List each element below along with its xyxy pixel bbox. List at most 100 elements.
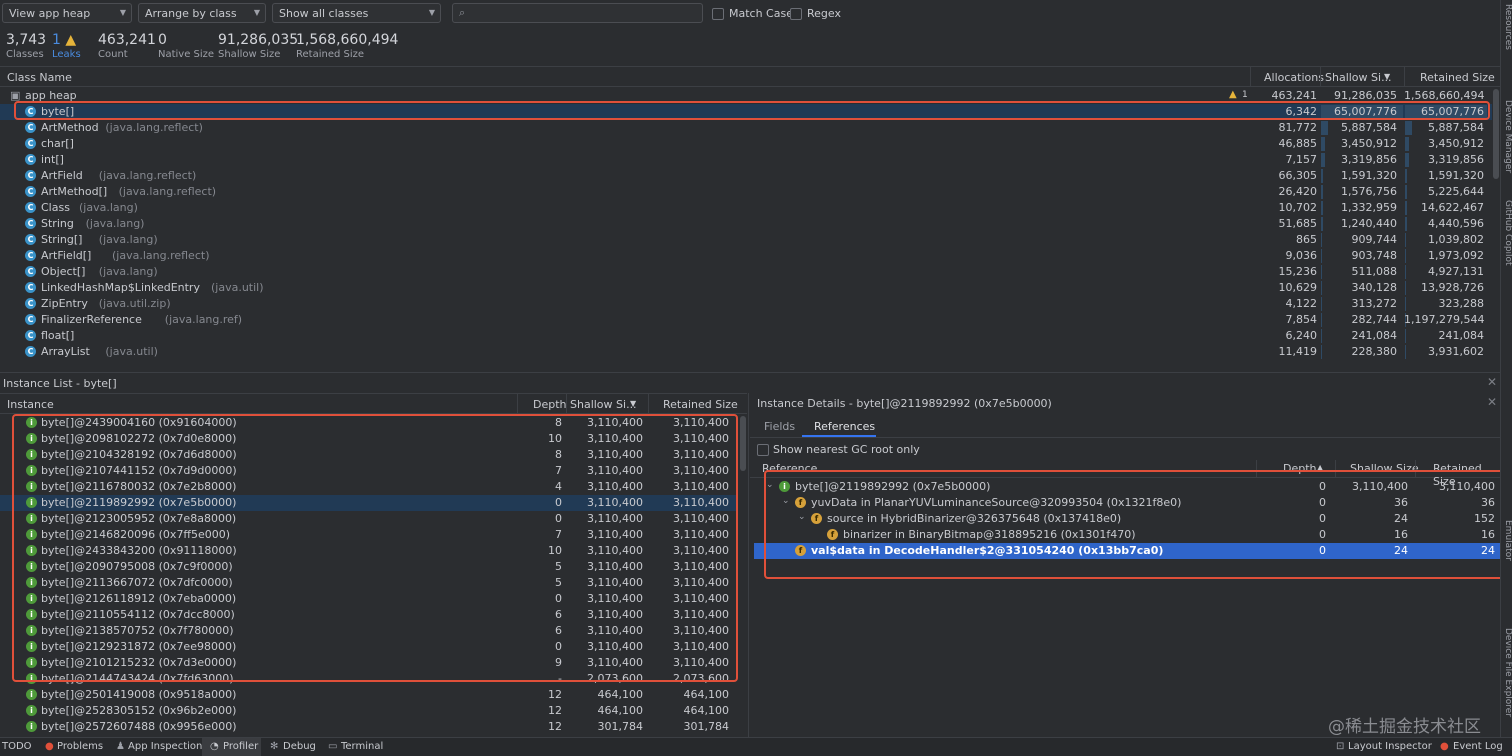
tool-app-inspection[interactable]: App Inspection bbox=[128, 741, 202, 752]
column-instance[interactable]: Instance bbox=[7, 398, 54, 411]
cell-shallow: 91,286,035 bbox=[1334, 89, 1397, 102]
side-tab-device-manager[interactable]: Device Manager bbox=[1503, 100, 1512, 173]
cell-depth: 6 bbox=[555, 608, 562, 621]
side-tab-device-file[interactable]: Device File Explorer bbox=[1503, 628, 1512, 717]
scrollbar-thumb[interactable] bbox=[740, 416, 746, 471]
expand-arrow-icon[interactable]: ⌄ bbox=[766, 480, 774, 490]
arrange-select[interactable]: Arrange by class ▼ bbox=[138, 3, 266, 23]
tab-references[interactable]: References bbox=[814, 420, 875, 433]
match-case-checkbox[interactable] bbox=[712, 8, 724, 20]
instance-row[interactable]: i byte[]@2138570752 (0x7f780000) 6 3,110,40… bbox=[0, 623, 738, 639]
instance-icon: i bbox=[26, 721, 37, 732]
cell-retained: 14,622,467 bbox=[1421, 201, 1484, 214]
class-row[interactable]: C ArtField (java.lang.reflect) 66,305 1,591,… bbox=[0, 168, 1492, 184]
heap-select[interactable]: View app heap ▼ bbox=[2, 3, 132, 23]
instance-row[interactable]: i byte[]@2528305152 (0x96b2e000) 12 464,100… bbox=[0, 703, 738, 719]
class-row[interactable]: Cfloat[] 6,240 241,084 241,084 bbox=[0, 328, 1492, 344]
cell-retained: 13,928,726 bbox=[1421, 281, 1484, 294]
column-class-name[interactable]: Class Name bbox=[7, 71, 72, 84]
instance-row[interactable]: i byte[]@2098102272 (0x7d0e8000) 10 3,110,4… bbox=[0, 431, 738, 447]
column-shallow-size[interactable]: Shallow Si... bbox=[1325, 71, 1392, 84]
instance-row[interactable]: i byte[]@2129231872 (0x7ee98000) 0 3,110,40… bbox=[0, 639, 738, 655]
tool-problems[interactable]: Problems bbox=[57, 741, 103, 752]
class-row[interactable]: C ArtMethod (java.lang.reflect) 81,772 5,887… bbox=[0, 120, 1492, 136]
stat-native: 0 Native Size bbox=[158, 32, 214, 60]
reference-row[interactable]: ⌄ i byte[]@2119892992 (0x7e5b0000) 0 3,110,4… bbox=[754, 479, 1502, 495]
class-row[interactable]: C LinkedHashMap$LinkedEntry (java.util) 10,… bbox=[0, 280, 1492, 296]
heap-row[interactable]: ▣ app heap ▲ 1 463,241 91,286,035 1,568,… bbox=[0, 88, 1500, 104]
search-input[interactable]: ⌕ bbox=[452, 3, 703, 23]
instance-row[interactable]: i byte[]@2144743424 (0x7fd63000) - 2,073,60… bbox=[0, 671, 738, 687]
gc-root-label: Show nearest GC root only bbox=[773, 443, 920, 456]
expand-arrow-icon[interactable]: ⌄ bbox=[782, 496, 790, 506]
tool-debug[interactable]: Debug bbox=[283, 741, 316, 752]
column-shallow[interactable]: Shallow Size bbox=[1350, 462, 1419, 475]
side-tab-resources[interactable]: Resources bbox=[1503, 4, 1512, 50]
reference-row[interactable]: f val$data in DecodeHandler$2@331054240 (… bbox=[754, 543, 1502, 559]
instance-icon: i bbox=[26, 673, 37, 684]
class-row[interactable]: C ZipEntry (java.util.zip) 4,122 313,272 323,… bbox=[0, 296, 1492, 312]
close-icon[interactable]: ✕ bbox=[1487, 375, 1497, 389]
class-row[interactable]: Cint[] 7,157 3,319,856 3,319,856 bbox=[0, 152, 1492, 168]
instance-row[interactable]: i byte[]@2101215232 (0x7d3e0000) 9 3,110,40… bbox=[0, 655, 738, 671]
reference-row[interactable]: ⌄ f source in HybridBinarizer@326375648 (0… bbox=[754, 511, 1502, 527]
instance-row[interactable]: i byte[]@2146820096 (0x7ff5e000) 7 3,110,40… bbox=[0, 527, 738, 543]
instance-row[interactable]: i byte[]@2116780032 (0x7e2b8000) 4 3,110,40… bbox=[0, 479, 738, 495]
class-row[interactable]: C FinalizerReference (java.lang.ref) 7,854 2… bbox=[0, 312, 1492, 328]
cell-allocations: 66,305 bbox=[1278, 169, 1318, 182]
reference-text: source in HybridBinarizer@326375648 (0x1… bbox=[827, 512, 1122, 525]
tool-profiler[interactable]: Profiler bbox=[223, 741, 258, 752]
instance-row[interactable]: i byte[]@2104328192 (0x7d6d8000) 8 3,110,40… bbox=[0, 447, 738, 463]
column-retained[interactable]: Retained Size bbox=[663, 398, 738, 411]
gc-root-checkbox[interactable] bbox=[757, 444, 769, 456]
column-depth[interactable]: Depth bbox=[533, 398, 567, 411]
instance-row[interactable]: i byte[]@2126118912 (0x7eba0000) 0 3,110,40… bbox=[0, 591, 738, 607]
instance-row[interactable]: i byte[]@2119892992 (0x7e5b0000) 0 3,110,40… bbox=[0, 495, 738, 511]
reference-row[interactable]: f binarizer in BinaryBitmap@318895216 (0x… bbox=[754, 527, 1502, 543]
stat-leaks[interactable]: 1 ▲ Leaks bbox=[52, 32, 81, 60]
column-shallow[interactable]: Shallow Si... bbox=[570, 398, 637, 411]
expand-arrow-icon[interactable]: ⌄ bbox=[798, 512, 806, 522]
instance-row[interactable]: i byte[]@2113667072 (0x7dfc0000) 5 3,110,40… bbox=[0, 575, 738, 591]
class-name: LinkedHashMap$LinkedEntry bbox=[41, 281, 200, 294]
tool-todo[interactable]: TODO bbox=[2, 741, 32, 752]
instance-row[interactable]: i byte[]@2110554112 (0x7dcc8000) 6 3,110,40… bbox=[0, 607, 738, 623]
column-allocations[interactable]: Allocations bbox=[1264, 71, 1324, 84]
class-row[interactable]: C ArtMethod[] (java.lang.reflect) 26,420 1,5… bbox=[0, 184, 1492, 200]
class-row[interactable]: C ArtField[] (java.lang.reflect) 9,036 903,7… bbox=[0, 248, 1492, 264]
column-retained-size[interactable]: Retained Size bbox=[1420, 71, 1495, 84]
cell-retained: 1,197,279,544 bbox=[1404, 313, 1485, 326]
class-icon: C bbox=[25, 186, 36, 197]
instance-row[interactable]: i byte[]@2439004160 (0x91604000) 8 3,110,40… bbox=[0, 415, 738, 431]
instance-row[interactable]: i byte[]@2501419008 (0x9518a000) 12 464,100… bbox=[0, 687, 738, 703]
scrollbar-thumb[interactable] bbox=[1493, 89, 1499, 179]
class-row[interactable]: C ArrayList (java.util) 11,419 228,380 3,931,… bbox=[0, 344, 1492, 360]
instance-row[interactable]: i byte[]@2572607488 (0x9956e000) 12 301,784… bbox=[0, 719, 738, 735]
tool-terminal[interactable]: Terminal bbox=[341, 741, 383, 752]
tool-layout-inspector[interactable]: Layout Inspector bbox=[1348, 741, 1432, 752]
class-row[interactable]: Cbyte[] 6,342 65,007,776 65,007,776 bbox=[0, 104, 1492, 120]
field-icon: f bbox=[795, 545, 806, 556]
class-package: (java.lang.reflect) bbox=[98, 169, 197, 182]
column-reference[interactable]: Reference bbox=[762, 462, 817, 475]
filter-select[interactable]: Show all classes ▼ bbox=[272, 3, 441, 23]
column-depth[interactable]: Depth bbox=[1283, 462, 1317, 475]
side-tab-emulator[interactable]: Emulator bbox=[1503, 520, 1512, 561]
class-row[interactable]: C String[] (java.lang) 865 909,744 1,039,802 bbox=[0, 232, 1492, 248]
close-icon[interactable]: ✕ bbox=[1487, 395, 1497, 409]
class-row[interactable]: C Object[] (java.lang) 15,236 511,088 4,927,1… bbox=[0, 264, 1492, 280]
tool-event-log[interactable]: Event Log bbox=[1453, 741, 1503, 752]
tab-fields[interactable]: Fields bbox=[764, 420, 795, 433]
class-icon: C bbox=[25, 250, 36, 261]
reference-row[interactable]: ⌄ f yuvData in PlanarYUVLuminanceSource@32… bbox=[754, 495, 1502, 511]
instance-row[interactable]: i byte[]@2123005952 (0x7e8a8000) 0 3,110,40… bbox=[0, 511, 738, 527]
instance-name: byte[]@2104328192 (0x7d6d8000) bbox=[41, 448, 237, 461]
instance-row[interactable]: i byte[]@2107441152 (0x7d9d0000) 7 3,110,40… bbox=[0, 463, 738, 479]
side-tab-github[interactable]: GitHub Copilot bbox=[1503, 200, 1512, 266]
instance-row[interactable]: i byte[]@2433843200 (0x91118000) 10 3,110,4… bbox=[0, 543, 738, 559]
class-row[interactable]: Cchar[] 46,885 3,450,912 3,450,912 bbox=[0, 136, 1492, 152]
regex-checkbox[interactable] bbox=[790, 8, 802, 20]
instance-row[interactable]: i byte[]@2090795008 (0x7c9f0000) 5 3,110,40… bbox=[0, 559, 738, 575]
class-row[interactable]: C Class (java.lang) 10,702 1,332,959 14,622,4… bbox=[0, 200, 1492, 216]
class-row[interactable]: C String (java.lang) 51,685 1,240,440 4,440,5… bbox=[0, 216, 1492, 232]
